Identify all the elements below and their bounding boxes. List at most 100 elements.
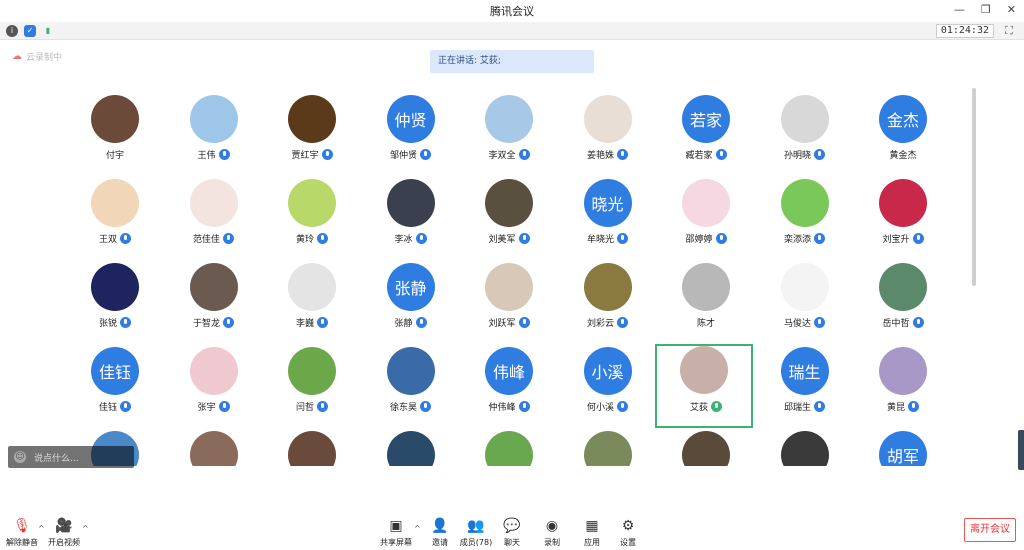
participant-grid: 付宇王伟 贾红宇 仲贤 邹仲贤 李双全 姜艳姝 若家 臧若家 孙明晓 金杰 黄金杰王双 范佳佳 黄玲 李冰… <box>66 94 954 466</box>
settings-button[interactable]: ⚙ 设置 <box>606 518 650 548</box>
minimize-icon[interactable]: — <box>954 3 965 16</box>
participant-avatar <box>288 347 336 395</box>
participant-name: 贾红宇 <box>291 151 319 161</box>
participant-tile[interactable]: 刘美军 <box>460 178 558 262</box>
participant-tile[interactable]: 黄昆 <box>854 346 952 430</box>
side-edge-tab[interactable] <box>1018 430 1024 470</box>
share-screen-button[interactable]: ▣ 共享屏幕 <box>374 518 418 548</box>
participant-name: 王伟 <box>197 151 216 161</box>
participant-avatar <box>682 431 730 466</box>
participant-tile[interactable]: 张宇 <box>165 346 263 430</box>
info-icon[interactable]: i <box>6 25 18 37</box>
participant-avatar: 晓光 <box>583 179 632 227</box>
mic-icon <box>120 317 131 328</box>
participant-tile[interactable]: 孙明晓 <box>756 94 854 178</box>
participant-tile[interactable]: 伟峰 仲伟峰 <box>460 346 558 430</box>
participant-tile[interactable]: 晓光 牟晓光 <box>559 178 657 262</box>
signal-icon[interactable]: ▮ <box>42 25 54 37</box>
participant-tile[interactable]: 张锐 <box>66 262 164 346</box>
participant-tile[interactable]: 姜艳姝 <box>559 94 657 178</box>
fullscreen-icon[interactable]: ⛶ <box>1002 24 1016 38</box>
restore-icon[interactable]: ❐ <box>981 3 991 16</box>
participant-name: 邹仲贤 <box>389 151 417 161</box>
participant-tile[interactable] <box>165 430 263 466</box>
mic-icon <box>814 233 825 244</box>
participant-tile[interactable]: 张静 张静 <box>362 262 460 346</box>
close-icon[interactable]: ✕ <box>1007 3 1016 16</box>
participant-tile[interactable]: 闫哲 <box>263 346 361 430</box>
participant-tile[interactable]: 瑞生 邱瑞生 <box>756 346 854 430</box>
participant-tile[interactable]: 王双 <box>66 178 164 262</box>
participant-tile[interactable]: 胡军 <box>854 430 952 466</box>
participant-tile[interactable] <box>559 430 657 466</box>
participant-tile[interactable]: 岳中哲 <box>854 262 952 346</box>
participant-tile[interactable]: 陈才 <box>657 262 755 346</box>
participant-name-row: 艾荻 <box>657 400 755 413</box>
participant-tile[interactable]: 刘宝升 <box>854 178 952 262</box>
participant-name-row: 何小溪 <box>559 400 657 413</box>
participant-tile[interactable]: 刘跃军 <box>460 262 558 346</box>
mic-icon <box>420 149 431 160</box>
participant-avatar <box>680 346 728 394</box>
participant-tile[interactable] <box>756 430 854 466</box>
quick-chat-input[interactable]: ☺ 说点什么... <box>8 446 134 468</box>
video-options-chevron-icon[interactable]: ^ <box>82 524 89 533</box>
participant-tile[interactable]: 艾荻 <box>655 344 753 428</box>
participant-tile[interactable]: 贾红宇 <box>263 94 361 178</box>
participant-tile[interactable]: 李双全 <box>460 94 558 178</box>
chat-button[interactable]: 💬 聊天 <box>490 518 534 548</box>
participant-name: 于智龙 <box>192 319 220 329</box>
start-video-button[interactable]: 🎥 开启视频 <box>42 518 86 548</box>
leave-meeting-button[interactable]: 离开会议 <box>964 518 1016 542</box>
participant-name: 张锐 <box>98 319 117 329</box>
participant-avatar <box>91 179 139 227</box>
participant-tile[interactable]: 徐东昊 <box>362 346 460 430</box>
shield-icon[interactable]: ✓ <box>24 25 36 37</box>
quick-chat-placeholder: 说点什么... <box>34 453 79 464</box>
participant-avatar <box>485 179 533 227</box>
participant-tile[interactable]: 刘彩云 <box>559 262 657 346</box>
participant-tile[interactable]: 付宇 <box>66 94 164 178</box>
participant-tile[interactable]: 邵婷婷 <box>657 178 755 262</box>
chat-icon: 💬 <box>503 518 521 534</box>
participant-avatar <box>288 95 336 143</box>
participant-tile[interactable] <box>362 430 460 466</box>
participant-tile[interactable] <box>657 430 755 466</box>
participant-avatar <box>386 431 435 466</box>
cloud-recording-indicator[interactable]: ☁ 云录制中 <box>12 50 62 63</box>
participant-tile[interactable]: 仲贤 邹仲贤 <box>362 94 460 178</box>
participant-name-row: 仲伟峰 <box>460 400 558 413</box>
participant-tile[interactable]: 马俊达 <box>756 262 854 346</box>
participant-tile[interactable]: 金杰 黄金杰 <box>854 94 952 178</box>
participant-tile[interactable]: 栾添添 <box>756 178 854 262</box>
participant-tile[interactable]: 于智龙 <box>165 262 263 346</box>
participant-avatar <box>189 431 238 466</box>
participant-name: 马俊达 <box>783 319 811 329</box>
emoji-icon[interactable]: ☺ <box>14 451 26 463</box>
mic-icon <box>518 149 530 160</box>
participant-avatar <box>485 95 533 143</box>
participant-name-row: 栾添添 <box>756 232 854 245</box>
participant-tile[interactable] <box>263 430 361 466</box>
participant-tile[interactable]: 李巍 <box>263 262 361 346</box>
participant-name: 陈才 <box>696 319 715 329</box>
participant-name: 王双 <box>98 235 117 245</box>
participant-tile[interactable]: 若家 臧若家 <box>657 94 755 178</box>
participant-tile[interactable]: 佳钰 佳钰 <box>66 346 164 430</box>
grid-scrollbar[interactable] <box>972 88 976 286</box>
bottom-toolbar: 🎙 解除静音 ^ 🎥 开启视频 ^ ▣ 共享屏幕 ^ 👤 邀请 👥 成员(78)… <box>0 510 1024 550</box>
unmute-button[interactable]: 🎙 解除静音 <box>0 518 44 548</box>
record-button[interactable]: ◉ 录制 <box>530 518 574 548</box>
participant-name: 栾添添 <box>783 235 811 245</box>
participant-tile[interactable]: 王伟 <box>165 94 263 178</box>
participant-tile[interactable]: 小溪 何小溪 <box>559 346 657 430</box>
participant-tile[interactable]: 范佳佳 <box>165 178 263 262</box>
participant-name-row: 张静 <box>362 316 460 329</box>
participant-tile[interactable]: 黄玲 <box>263 178 361 262</box>
top-toolbar: i ✓ ▮ 01:24:32 ⛶ <box>0 22 1024 40</box>
participant-tile[interactable]: 李冰 <box>362 178 460 262</box>
participant-name-row: 邹仲贤 <box>362 148 460 161</box>
participant-tile[interactable] <box>460 430 558 466</box>
mic-icon <box>814 149 825 160</box>
participant-avatar <box>780 431 829 466</box>
